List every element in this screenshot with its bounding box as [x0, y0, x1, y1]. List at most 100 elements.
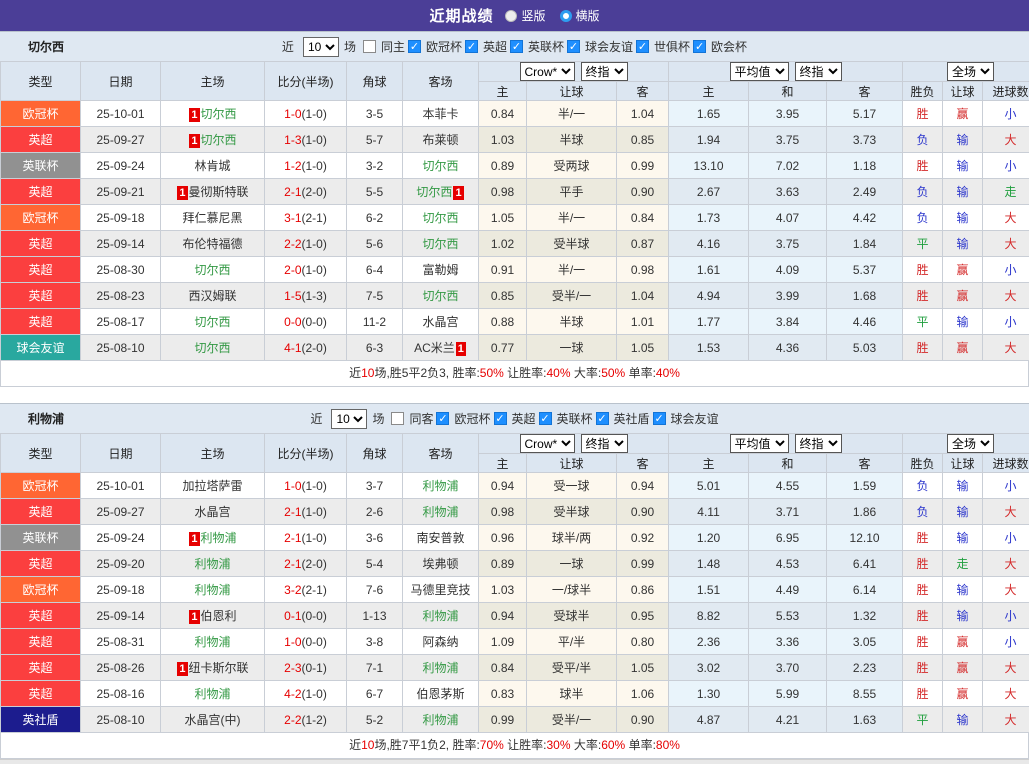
avg-type-select[interactable]: 平均值	[730, 62, 789, 81]
away-team-name[interactable]: 阿森纳	[422, 635, 458, 649]
away-team-name[interactable]: 南安普敦	[416, 531, 464, 545]
match-date: 25-08-31	[81, 629, 161, 655]
home-team-name[interactable]: 切尔西	[194, 263, 230, 277]
result-goals: 大	[983, 681, 1029, 707]
away-team-name[interactable]: 切尔西	[422, 159, 458, 173]
same-venue-filter[interactable]: 同主	[363, 38, 405, 55]
away-team-name[interactable]: 利物浦	[422, 609, 458, 623]
result-goals: 小	[983, 629, 1029, 655]
league-filter[interactable]: ✓球会友谊	[653, 410, 719, 427]
home-team-name[interactable]: 曼彻斯特联	[189, 185, 249, 199]
league-checkbox[interactable]: ✓	[653, 412, 666, 425]
avg-home: 1.61	[669, 257, 749, 283]
away-team-name[interactable]: 布莱顿	[422, 133, 458, 147]
home-team: 拜仁慕尼黑	[161, 205, 265, 231]
odds-provider-select[interactable]: Crow*	[520, 62, 575, 81]
home-team-name[interactable]: 拜仁慕尼黑	[182, 211, 242, 225]
avg-away: 5.37	[827, 257, 903, 283]
league-checkbox[interactable]: ✓	[436, 412, 449, 425]
odds-time-select[interactable]: 终指	[581, 434, 628, 453]
period-select[interactable]: 全场	[947, 62, 994, 81]
home-team-name[interactable]: 伯恩利	[201, 609, 237, 623]
league-filter[interactable]: ✓英联杯	[539, 410, 593, 427]
home-team-name[interactable]: 纽卡斯尔联	[189, 661, 249, 675]
league-filter[interactable]: ✓英超	[494, 410, 536, 427]
home-team-name[interactable]: 利物浦	[194, 583, 230, 597]
league-checkbox[interactable]: ✓	[465, 40, 478, 53]
odds-provider-select[interactable]: Crow*	[520, 434, 575, 453]
league-filter[interactable]: ✓欧冠杯	[408, 38, 462, 55]
away-team-name[interactable]: AC米兰	[414, 341, 455, 355]
away-team-name[interactable]: 马德里竞技	[410, 583, 470, 597]
away-team-name[interactable]: 利物浦	[422, 661, 458, 675]
half-score: (0-0)	[302, 609, 327, 623]
full-score: 2-3	[284, 661, 301, 675]
result-goals: 小	[983, 525, 1029, 551]
home-team-name[interactable]: 切尔西	[194, 341, 230, 355]
league-filter[interactable]: ✓英联杯	[510, 38, 564, 55]
home-team-name[interactable]: 利物浦	[201, 531, 237, 545]
home-team-name[interactable]: 加拉塔萨雷	[182, 479, 242, 493]
away-team-name[interactable]: 切尔西	[422, 237, 458, 251]
avg-time-select[interactable]: 终指	[795, 62, 842, 81]
league-filter[interactable]: ✓欧冠杯	[436, 410, 490, 427]
away-team-name[interactable]: 利物浦	[422, 505, 458, 519]
team-panel: 利物浦近10场同客✓欧冠杯✓英超✓英联杯✓英社盾✓球会友谊类型日期主场比分(半场…	[0, 403, 1029, 759]
home-team-name[interactable]: 水晶宫	[194, 505, 230, 519]
away-team-name[interactable]: 本菲卡	[422, 107, 458, 121]
red-card-badge: 1	[177, 662, 187, 676]
layout-radio-horizontal[interactable]: 横版	[560, 7, 600, 24]
away-team-name[interactable]: 埃弗顿	[422, 557, 458, 571]
away-team-name[interactable]: 利物浦	[422, 713, 458, 727]
league-checkbox[interactable]: ✓	[408, 40, 421, 53]
period-select[interactable]: 全场	[947, 434, 994, 453]
home-team-name[interactable]: 利物浦	[194, 635, 230, 649]
match-row: 英超25-09-14布伦特福德2-2(1-0)5-6切尔西1.02受半球0.87…	[1, 231, 1029, 257]
avg-away: 8.55	[827, 681, 903, 707]
match-count-select[interactable]: 10	[331, 409, 367, 429]
league-checkbox[interactable]: ✓	[693, 40, 706, 53]
league-filter[interactable]: ✓英社盾	[596, 410, 650, 427]
home-team-name[interactable]: 切尔西	[201, 107, 237, 121]
league-checkbox[interactable]: ✓	[494, 412, 507, 425]
col-header: 比分(半场)	[265, 62, 347, 101]
league-checkbox[interactable]: ✓	[567, 40, 580, 53]
avg-type-select[interactable]: 平均值	[730, 434, 789, 453]
same-venue-filter[interactable]: 同客	[391, 410, 433, 427]
league-filter[interactable]: ✓欧会杯	[693, 38, 747, 55]
radio-selected-icon[interactable]	[505, 10, 517, 22]
away-team-name[interactable]: 水晶宫	[422, 315, 458, 329]
league-checkbox[interactable]: ✓	[596, 412, 609, 425]
away-team-name[interactable]: 利物浦	[422, 479, 458, 493]
home-team-name[interactable]: 西汉姆联	[188, 289, 236, 303]
home-team-name[interactable]: 水晶宫(中)	[185, 713, 241, 727]
home-team-name[interactable]: 切尔西	[194, 315, 230, 329]
away-team-name[interactable]: 伯恩茅斯	[416, 687, 464, 701]
away-team-name[interactable]: 富勒姆	[422, 263, 458, 277]
home-team-name[interactable]: 切尔西	[201, 133, 237, 147]
league-checkbox[interactable]: ✓	[636, 40, 649, 53]
league-filter[interactable]: ✓英超	[465, 38, 507, 55]
result-outcome: 负	[903, 127, 943, 153]
corner-count: 6-3	[347, 335, 403, 361]
home-team-name[interactable]: 利物浦	[194, 687, 230, 701]
home-team-name[interactable]: 利物浦	[194, 557, 230, 571]
away-team-name[interactable]: 切尔西	[416, 185, 452, 199]
same-venue-checkbox[interactable]	[363, 40, 376, 53]
league-filter[interactable]: ✓世俱杯	[636, 38, 690, 55]
home-team-name[interactable]: 布伦特福德	[182, 237, 242, 251]
home-team-name[interactable]: 林肯城	[194, 159, 230, 173]
league-checkbox[interactable]: ✓	[539, 412, 552, 425]
match-date: 25-08-30	[81, 257, 161, 283]
avg-time-select[interactable]: 终指	[795, 434, 842, 453]
away-team-name[interactable]: 切尔西	[422, 211, 458, 225]
league-filter[interactable]: ✓球会友谊	[567, 38, 633, 55]
same-venue-checkbox[interactable]	[391, 412, 404, 425]
odds-home: 0.89	[479, 551, 527, 577]
radio-unselected-icon[interactable]	[560, 10, 572, 22]
odds-time-select[interactable]: 终指	[581, 62, 628, 81]
layout-radio-vertical[interactable]: 竖版	[505, 7, 545, 24]
match-count-select[interactable]: 10	[303, 37, 339, 57]
league-checkbox[interactable]: ✓	[510, 40, 523, 53]
away-team-name[interactable]: 切尔西	[422, 289, 458, 303]
